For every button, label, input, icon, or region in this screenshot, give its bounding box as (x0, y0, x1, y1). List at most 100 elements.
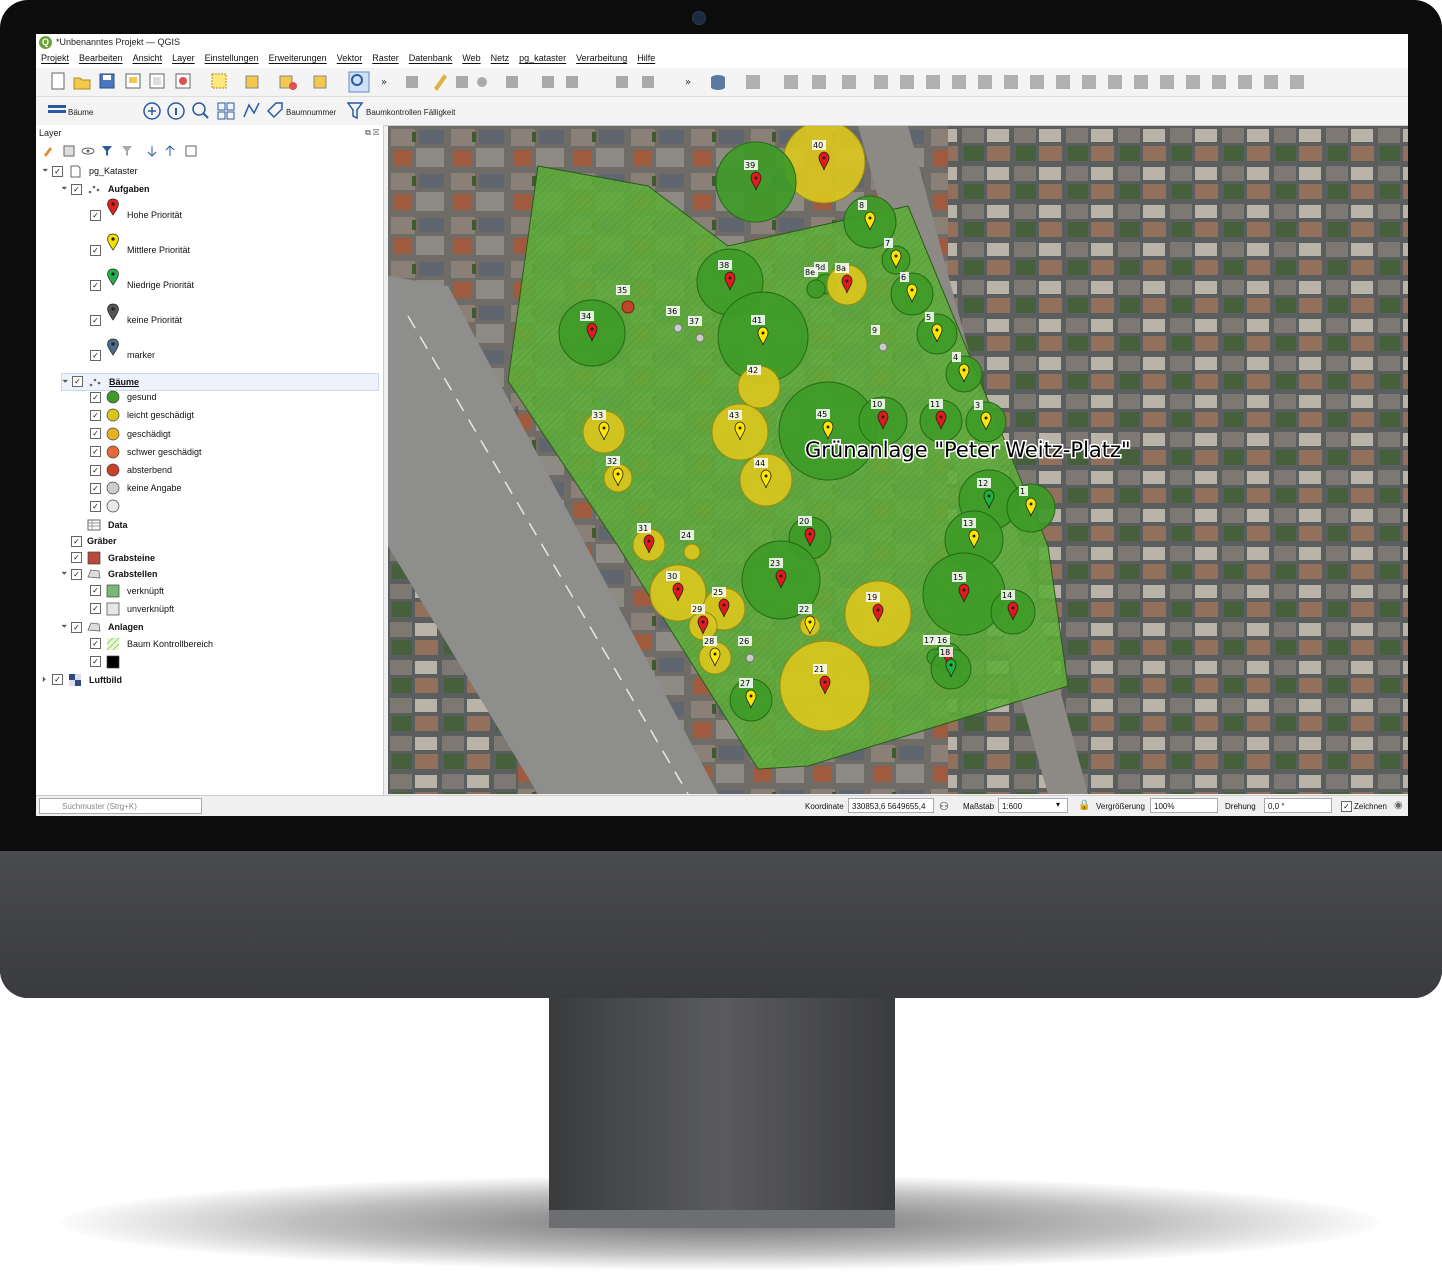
layer-visibility-checkbox[interactable]: ✓ (90, 656, 101, 668)
manage-visibility-icon[interactable] (81, 147, 95, 155)
save-project-icon[interactable] (99, 73, 115, 89)
layer-tree-item[interactable]: ✓ Gräber (61, 533, 117, 549)
menu-11[interactable]: pg_kataster (514, 51, 571, 63)
menu-3[interactable]: Layer (167, 51, 200, 63)
layer-tree-item[interactable]: ✓ geschädigt (80, 426, 171, 442)
filter-legend-icon[interactable] (102, 146, 112, 156)
layer-tree-item[interactable]: ✓ gesund (80, 389, 157, 405)
tree-circle[interactable] (621, 300, 635, 314)
menu-2[interactable]: Ansicht (128, 51, 168, 63)
layer-tree-item[interactable]: ⏷ ✓ pg_Kataster (42, 163, 138, 179)
layer-visibility-checkbox[interactable]: ✓ (90, 638, 101, 649)
layer-tree-item[interactable]: ✓ (80, 498, 127, 514)
menu-6[interactable]: Vektor (332, 51, 368, 63)
layer-visibility-checkbox[interactable]: ✓ (71, 621, 82, 633)
lock-scale-icon[interactable]: 🔒 (1078, 800, 1090, 811)
menu-9[interactable]: Web (457, 51, 485, 63)
toolbar-overflow-icon[interactable]: » (381, 77, 387, 88)
remove-layer-icon[interactable] (185, 145, 197, 157)
layer-visibility-checkbox[interactable]: ✓ (90, 500, 101, 512)
layer-tree-item[interactable]: ✓ (80, 654, 127, 670)
layer-tree-item[interactable]: ⏵ ✓ Luftbild (42, 672, 122, 688)
layer-visibility-checkbox[interactable]: ✓ (52, 165, 63, 177)
layer-visibility-checkbox[interactable]: ✓ (72, 376, 83, 388)
layer-tree-item[interactable]: ✓ keine Priorität (80, 303, 182, 338)
style-manager-icon[interactable] (175, 73, 191, 89)
layer-tree-item[interactable]: ✓ Hohe Priorität (80, 198, 182, 233)
menu-0[interactable]: Projekt (36, 51, 74, 63)
layer-visibility-checkbox[interactable]: ✓ (52, 674, 63, 686)
tree-circle[interactable] (745, 653, 755, 663)
layer-tree-item[interactable]: ✓ keine Angabe (80, 480, 182, 496)
expand-all-icon[interactable] (147, 146, 157, 157)
filter-button[interactable]: Baumkontrollen Fälligkeit (366, 108, 455, 117)
select-by-value-icon[interactable] (245, 75, 259, 89)
menu-4[interactable]: Einstellungen (200, 51, 264, 63)
layer-tree-item[interactable]: ✓ unverknüpft (80, 601, 174, 617)
expand-arrow-icon[interactable]: ⏷ (61, 184, 71, 194)
layer-tree-item[interactable]: ✓ marker (80, 338, 155, 373)
layer-button-label[interactable]: Bäume (68, 108, 93, 117)
tree-circle[interactable] (683, 543, 701, 561)
menu-8[interactable]: Datenbank (404, 51, 458, 63)
map-svg[interactable]: 40398738 8d8e 8a635343637 41954244510 11 333 4… (388, 126, 1408, 794)
layer-visibility-checkbox[interactable]: ✓ (90, 279, 101, 291)
layer-tree-item[interactable]: ⏷ ✓ Aufgaben (61, 181, 150, 197)
coordinate-field[interactable]: 330853,6 5649655,4 (848, 798, 934, 813)
layer-tree-item[interactable]: ✓ absterbend (80, 462, 172, 478)
menu-1[interactable]: Bearbeiten (74, 51, 128, 63)
layer-tree-item[interactable]: ✓ schwer geschädigt (80, 444, 202, 460)
layer-visibility-checkbox[interactable]: ✓ (71, 552, 82, 564)
layer-tree-item[interactable]: ⏷ ✓ Grabstellen (61, 566, 158, 582)
add-group-icon[interactable] (63, 145, 75, 157)
expand-arrow-icon[interactable]: ⏵ (42, 675, 52, 685)
layout-manager-icon[interactable] (149, 73, 165, 89)
menu-10[interactable]: Netz (486, 51, 515, 63)
layer-visibility-checkbox[interactable]: ✓ (90, 409, 101, 421)
tree-circle[interactable] (878, 342, 888, 352)
layer-visibility-checkbox[interactable]: ✓ (90, 585, 101, 597)
layer-visibility-checkbox[interactable]: ✓ (90, 349, 101, 361)
expand-arrow-icon[interactable]: ⏷ (61, 622, 71, 632)
layer-visibility-checkbox[interactable]: ✓ (90, 244, 101, 256)
collapse-all-icon[interactable] (165, 145, 175, 156)
open-project-icon[interactable] (73, 77, 91, 90)
filter-icon[interactable] (346, 102, 364, 120)
scale-dropdown-icon[interactable]: ▾ (1056, 800, 1060, 809)
tree-circle[interactable] (695, 333, 705, 343)
expand-arrow-icon[interactable]: ⏷ (61, 569, 71, 579)
layer-visibility-checkbox[interactable]: ✓ (90, 482, 101, 494)
filter-expression-icon[interactable] (122, 146, 132, 156)
database-icon[interactable] (711, 75, 725, 90)
layer-tree-item[interactable]: ⏷ ✓ Anlagen (61, 619, 144, 635)
layer-visibility-checkbox[interactable]: ✓ (90, 209, 101, 221)
layer-tree-item[interactable]: ✓ Mittlere Priorität (80, 233, 190, 268)
select-features-icon[interactable] (211, 73, 227, 89)
grid-icon[interactable] (217, 102, 235, 120)
tag-icon[interactable] (266, 102, 283, 119)
render-checkbox[interactable]: ✓ (1341, 801, 1352, 812)
open-styling-icon[interactable] (44, 147, 52, 157)
identify-features-icon[interactable] (348, 71, 370, 93)
panel-float-close-icon[interactable]: ⧉ ☒ (365, 128, 379, 138)
layer-visibility-checkbox[interactable]: ✓ (90, 428, 101, 440)
deselect-icon[interactable] (279, 75, 297, 90)
layer-tree-item[interactable]: ✓ leicht geschädigt (80, 407, 194, 423)
layer-visibility-checkbox[interactable]: ✓ (90, 314, 101, 326)
info-icon[interactable] (167, 102, 185, 120)
search-icon[interactable] (192, 102, 209, 119)
map-canvas[interactable]: 40 39 8 7 38 8d 8e 8a 6 35 34 36 37 41 9 5 42 4 45 10 11 3 33 4… (388, 126, 1408, 794)
menu-5[interactable]: Erweiterungen (264, 51, 332, 63)
new-project-icon[interactable] (51, 72, 65, 90)
layer-select-icon[interactable] (48, 105, 66, 113)
messages-icon[interactable]: ◉ (1394, 800, 1403, 811)
toggle-extents-icon[interactable]: ⚇ (939, 800, 949, 813)
magnifier-field[interactable]: 100% (1150, 798, 1218, 813)
menu-12[interactable]: Verarbeitung (571, 51, 632, 63)
layer-tree-item[interactable]: ✓ Niedrige Priorität (80, 268, 194, 303)
expand-arrow-icon[interactable]: ⏷ (42, 166, 52, 176)
new-print-layout-icon[interactable] (125, 73, 141, 89)
layer-visibility-checkbox[interactable]: ✓ (71, 535, 82, 547)
select-location-icon[interactable] (313, 75, 327, 89)
rotation-field[interactable]: 0,0 ° (1264, 798, 1332, 813)
